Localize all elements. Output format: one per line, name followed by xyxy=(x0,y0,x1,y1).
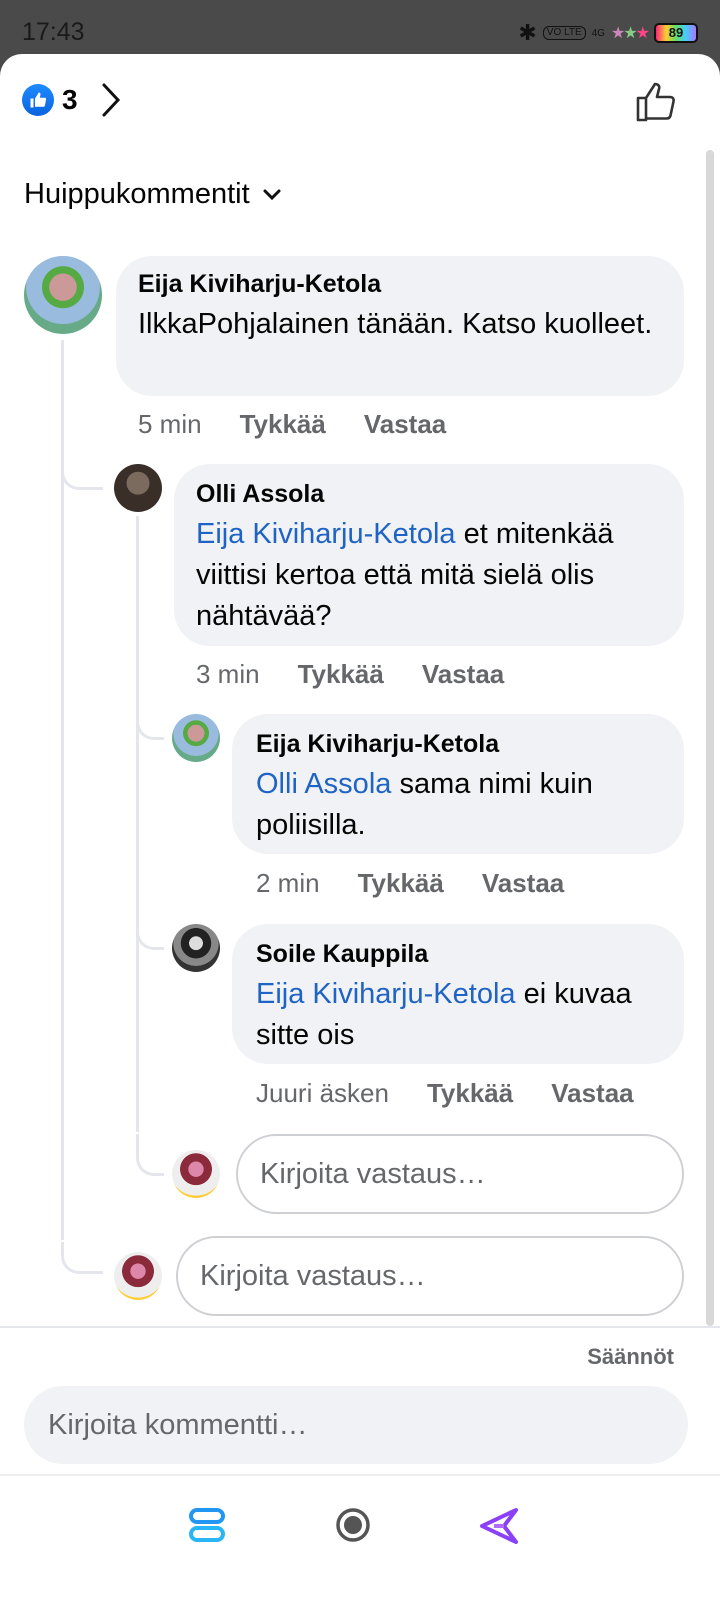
comment-time: 3 min xyxy=(196,659,260,689)
comments-sheet: 3 Huippukommentit Eija Kiviharju-Ketola … xyxy=(0,54,720,1600)
status-time: 17:43 xyxy=(22,18,85,46)
thread-elbow xyxy=(136,1134,164,1176)
comment-author[interactable]: Eija Kiviharju-Ketola xyxy=(138,270,381,299)
reply-input[interactable]: Kirjoita vastaus… xyxy=(236,1134,684,1214)
comment-time: 2 min xyxy=(256,868,320,898)
comment-body: IlkkaPohjalainen tänään. Katso kuolleet. xyxy=(138,308,653,340)
reply-input[interactable]: Kirjoita vastaus… xyxy=(176,1236,684,1316)
avatar[interactable] xyxy=(172,924,220,972)
reply-button[interactable]: Vastaa xyxy=(422,659,504,690)
comment-actions: 3 min Tykkää Vastaa xyxy=(196,659,504,690)
reactions-header: 3 xyxy=(0,54,720,150)
home-icon[interactable] xyxy=(334,1506,372,1549)
mention-link[interactable]: Eija Kiviharju-Ketola xyxy=(196,518,456,550)
like-thumb-icon[interactable] xyxy=(22,84,54,116)
status-icons: ✱ VO LTE 4G ★★★ 89 xyxy=(518,20,698,46)
thread-elbow xyxy=(136,714,164,740)
volte-indicator: VO LTE xyxy=(542,26,586,40)
mention-link[interactable]: Olli Assola xyxy=(256,768,391,800)
back-icon[interactable] xyxy=(478,1506,520,1551)
avatar[interactable] xyxy=(24,256,102,334)
comment-author[interactable]: Soile Kauppila xyxy=(256,940,428,969)
thread-line-sub xyxy=(136,516,139,1132)
sort-dropdown[interactable]: Huippukommentit xyxy=(24,178,282,211)
chevron-down-icon xyxy=(263,189,281,200)
thread-elbow xyxy=(61,462,103,490)
comment-time: Juuri äsken xyxy=(256,1078,389,1108)
comment-placeholder: Kirjoita kommentti… xyxy=(48,1408,308,1441)
mention-link[interactable]: Eija Kiviharju-Ketola xyxy=(256,978,516,1010)
signal-label: 4G xyxy=(591,27,605,39)
thread-elbow xyxy=(136,924,164,950)
like-button[interactable]: Tykkää xyxy=(240,409,326,440)
status-bar: 17:43 ✱ VO LTE 4G ★★★ 89 xyxy=(0,0,720,58)
reply-placeholder: Kirjoita vastaus… xyxy=(200,1259,426,1292)
recent-apps-icon[interactable] xyxy=(188,1506,226,1549)
signal-stars-icon: ★★★ xyxy=(610,25,650,42)
comment-input[interactable]: Kirjoita kommentti… xyxy=(24,1386,688,1464)
bluetooth-icon: ✱ xyxy=(518,20,537,45)
avatar[interactable] xyxy=(172,714,220,762)
chevron-right-icon[interactable] xyxy=(100,82,122,123)
comment-text: IlkkaPohjalainen tänään. Katso kuolleet. xyxy=(138,304,658,345)
comment-text: Olli Assola sama nimi kuin poliisilla. xyxy=(256,764,666,846)
comment-time: 5 min xyxy=(138,409,202,439)
thumbs-up-outline-icon[interactable] xyxy=(634,80,678,129)
reply-placeholder: Kirjoita vastaus… xyxy=(260,1157,486,1190)
comment-text: Eija Kiviharju-Ketola ei kuvaa sitte ois xyxy=(256,974,676,1056)
sort-label: Huippukommentit xyxy=(24,178,250,210)
reply-button[interactable]: Vastaa xyxy=(364,409,446,440)
avatar xyxy=(114,1252,162,1300)
like-button[interactable]: Tykkää xyxy=(298,659,384,690)
comment-actions: Juuri äsken Tykkää Vastaa xyxy=(256,1078,634,1109)
comment-actions: 2 min Tykkää Vastaa xyxy=(256,868,564,899)
avatar xyxy=(172,1150,220,1198)
comment-text: Eija Kiviharju-Ketola et mitenkää viitti… xyxy=(196,514,666,637)
rules-link[interactable]: Säännöt xyxy=(587,1344,674,1370)
scrollbar[interactable] xyxy=(706,150,714,1326)
comment-author[interactable]: Olli Assola xyxy=(196,480,324,509)
navigation-bar xyxy=(0,1476,720,1600)
battery-indicator: 89 xyxy=(654,23,698,43)
comment-author[interactable]: Eija Kiviharju-Ketola xyxy=(256,730,499,759)
reply-button[interactable]: Vastaa xyxy=(482,868,564,899)
comment-actions: 5 min Tykkää Vastaa xyxy=(138,409,446,440)
like-button[interactable]: Tykkää xyxy=(358,868,444,899)
thread-elbow xyxy=(61,1242,103,1274)
like-count[interactable]: 3 xyxy=(62,84,78,116)
divider xyxy=(0,1326,720,1328)
avatar[interactable] xyxy=(114,464,162,512)
reply-button[interactable]: Vastaa xyxy=(551,1078,633,1109)
like-button[interactable]: Tykkää xyxy=(427,1078,513,1109)
